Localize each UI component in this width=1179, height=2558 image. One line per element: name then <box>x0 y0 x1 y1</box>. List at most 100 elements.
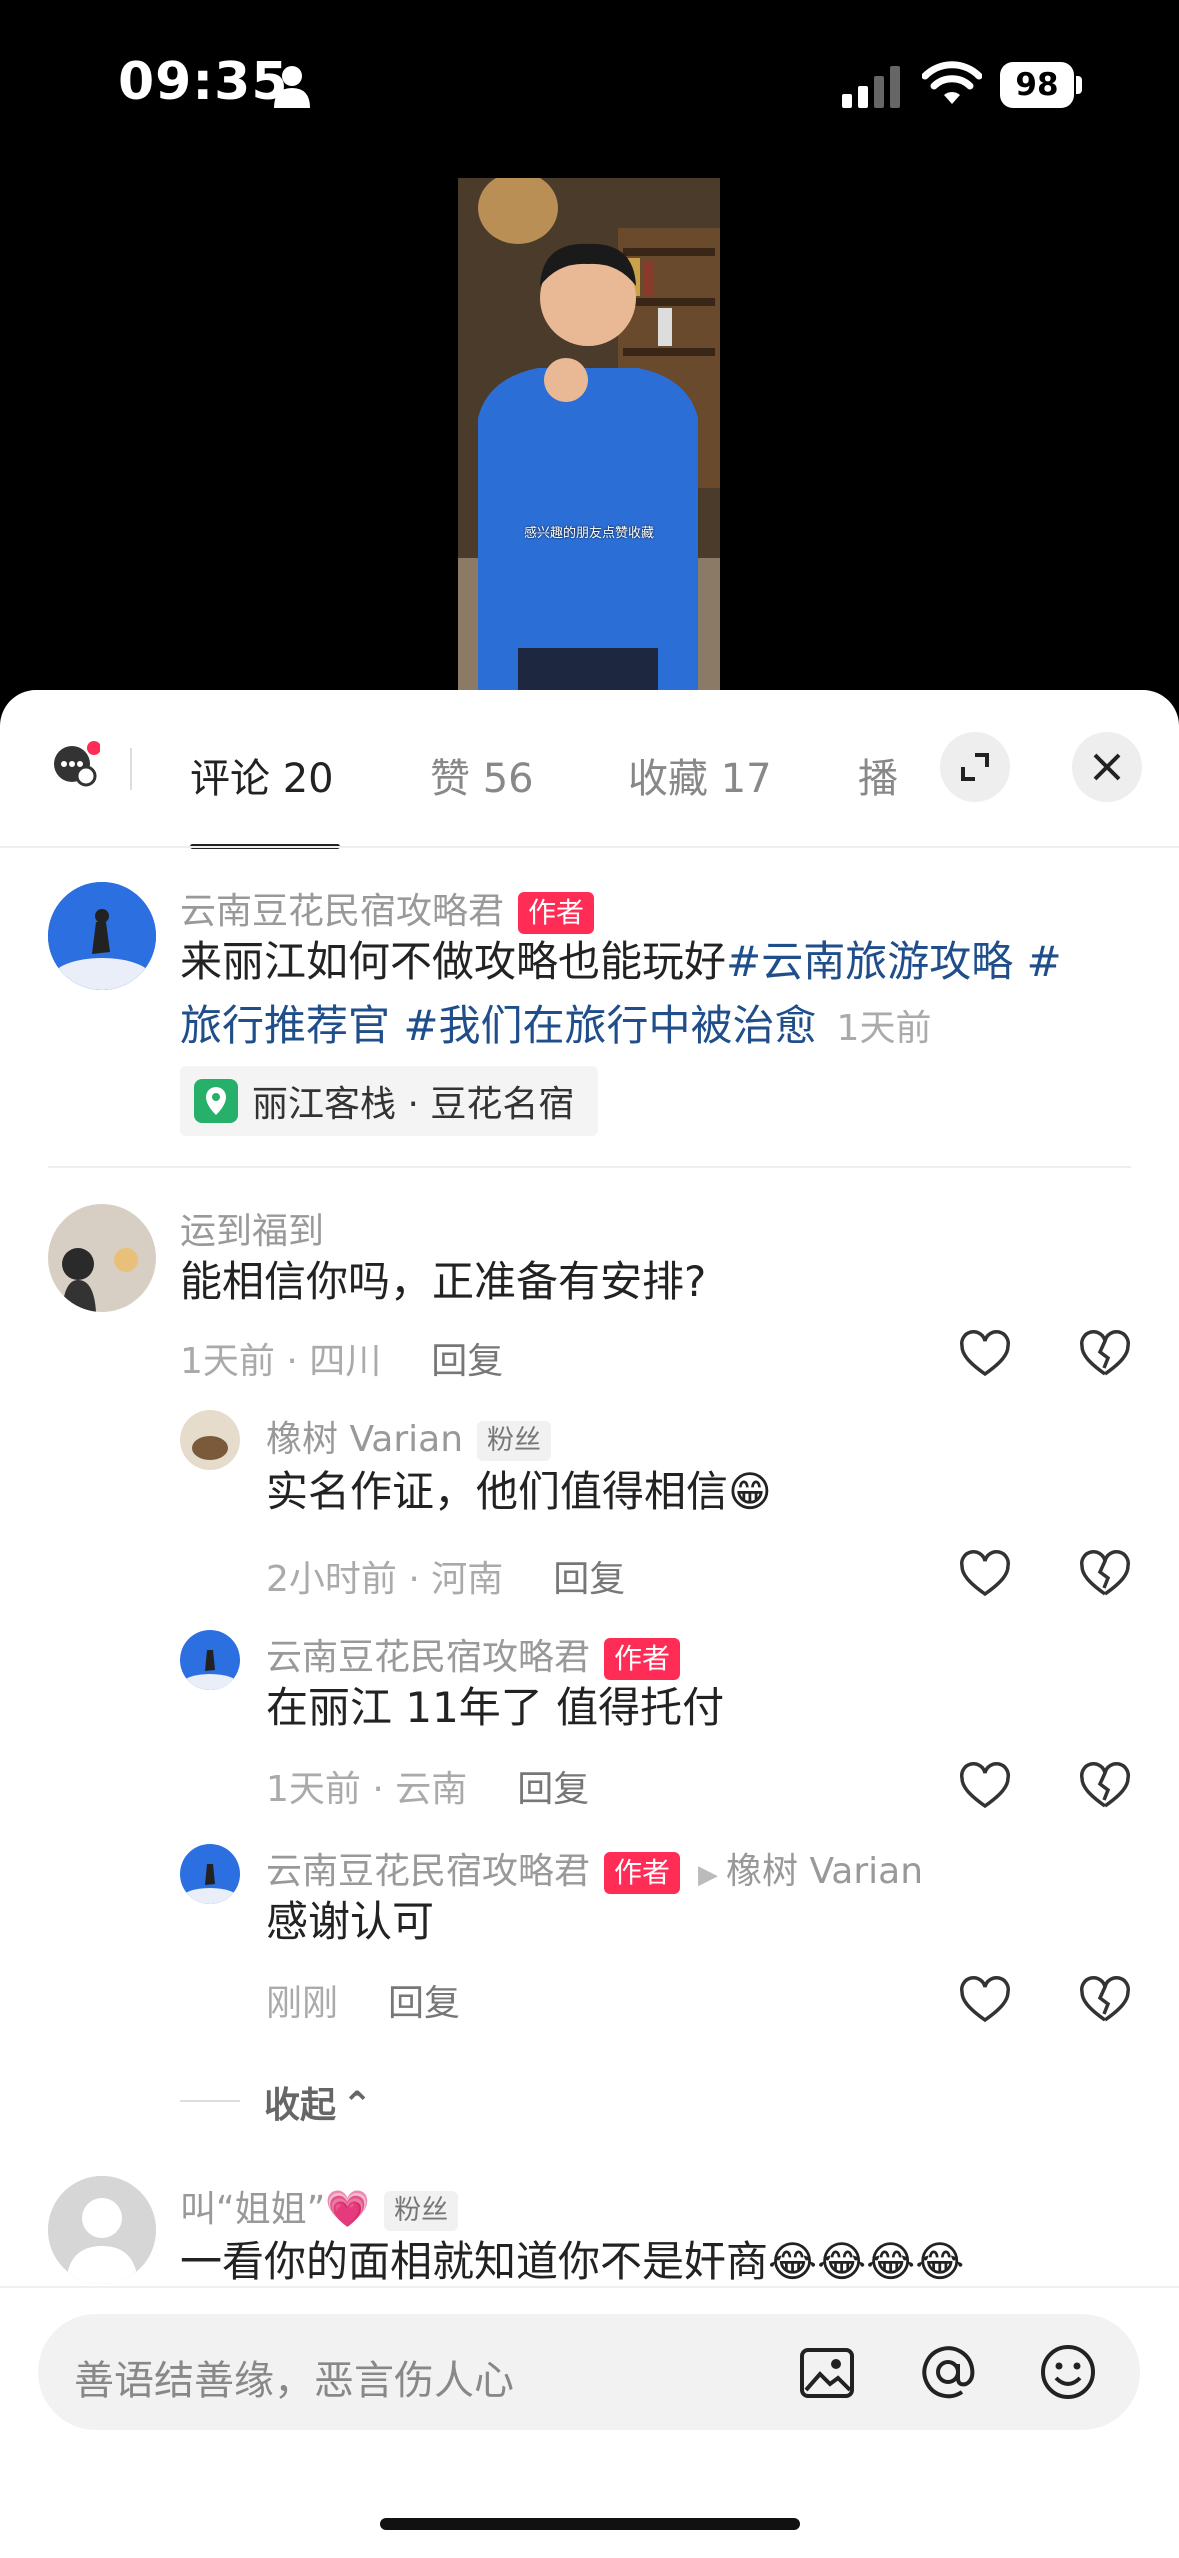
reply-author-name[interactable]: 云南豆花民宿攻略君 <box>266 1851 590 1892</box>
reply-to-name[interactable]: 橡树 Varian <box>726 1851 923 1892</box>
reply-avatar[interactable] <box>180 1630 240 1690</box>
comment-time-location: 1天前 · 四川 <box>180 1341 382 1382</box>
hashtag-link[interactable]: 旅行推荐官 #我们在旅行中被治愈 <box>180 1001 817 1050</box>
dislike-broken-heart-icon[interactable] <box>1078 1760 1132 1814</box>
post-text-line2: 旅行推荐官 #我们在旅行中被治愈 1天前 <box>180 994 931 1061</box>
section-divider <box>48 1166 1131 1168</box>
like-heart-icon[interactable] <box>958 1328 1012 1382</box>
tab-favorites[interactable]: 收藏 17 <box>628 746 772 804</box>
commenter-name[interactable]: 运到福到 <box>180 1202 324 1254</box>
cellular-signal-icon <box>842 66 900 108</box>
dislike-broken-heart-icon[interactable] <box>1078 1974 1132 2028</box>
tab-likes[interactable]: 赞 56 <box>430 746 534 804</box>
like-heart-icon[interactable] <box>958 1974 1012 2028</box>
dislike-broken-heart-icon[interactable] <box>1078 1548 1132 1602</box>
avatar-image <box>48 882 156 990</box>
commenter-avatar[interactable] <box>48 1204 156 1312</box>
comment-text: 一看你的面相就知道你不是奸商 <box>180 2237 769 2286</box>
tab-comments[interactable]: 评论 20 <box>190 746 334 804</box>
post-text: 来丽江如何不做攻略也能玩好 <box>180 937 727 986</box>
reply-button[interactable]: 回复 <box>517 1769 589 1810</box>
collapse-line <box>180 2100 240 2102</box>
emoji-icon[interactable] <box>1038 2342 1098 2402</box>
tab-separator <box>130 748 132 790</box>
reply-author-name[interactable]: 云南豆花民宿攻略君 <box>266 1637 590 1678</box>
reply-time-location: 2小时前 · 河南 <box>266 1559 504 1600</box>
tab-plays[interactable]: 播 <box>858 746 898 804</box>
hashtag-link[interactable]: #云南旅游攻略 # <box>726 937 1062 986</box>
reply-text: 感谢认可 <box>266 1897 435 1946</box>
grin-emoji: 😁 <box>728 1467 772 1516</box>
post-author-name[interactable]: 云南豆花民宿攻略君 <box>180 891 504 932</box>
reply-meta: 1天前 · 云南 回复 <box>266 1760 589 1812</box>
post-text-line1: 来丽江如何不做攻略也能玩好#云南旅游攻略 # <box>180 930 1062 994</box>
author-badge: 作者 <box>604 1852 681 1894</box>
avatar-image <box>180 1410 240 1470</box>
default-avatar-icon <box>48 2176 156 2284</box>
reply-button[interactable]: 回复 <box>431 1341 503 1382</box>
comment-text: 能相信你吗，正准备有安排? <box>180 1257 707 1306</box>
author-avatar[interactable] <box>48 882 156 990</box>
reply-author[interactable]: 橡树 Varian 粉丝 <box>266 1410 552 1462</box>
fan-badge: 粉丝 <box>384 2191 459 2231</box>
like-heart-icon[interactable] <box>958 1760 1012 1814</box>
comment-meta: 1天前 · 四川 回复 <box>180 1332 503 1384</box>
reply-text-line: 实名作证，他们值得相信😁 <box>266 1460 772 1524</box>
battery-tip <box>1076 76 1082 94</box>
expand-button[interactable] <box>940 732 1010 802</box>
comment-sheet: 评论 20 赞 56 收藏 17 播 云南豆花民宿攻略君 作者 来丽江如何不做攻略… <box>0 690 1179 2558</box>
author-badge: 作者 <box>604 1638 681 1680</box>
close-icon <box>1093 753 1121 781</box>
video-player[interactable]: 感兴趣的朋友点赞收藏 <box>458 178 720 690</box>
reply-meta: 刚刚 回复 <box>266 1974 460 2026</box>
avatar-image <box>180 1844 240 1904</box>
reply-author-name[interactable]: 橡树 Varian <box>266 1419 463 1460</box>
input-placeholder[interactable]: 善语结善缘，恶言伤人心 <box>74 2348 514 2406</box>
person-icon <box>274 66 310 108</box>
reply-button[interactable]: 回复 <box>553 1559 625 1600</box>
comment-input-bar: 善语结善缘，恶言伤人心 <box>0 2286 1179 2558</box>
reply-avatar[interactable] <box>180 1844 240 1904</box>
like-heart-icon[interactable] <box>958 1548 1012 1602</box>
author-badge: 作者 <box>518 892 595 934</box>
tab-bar: 评论 20 赞 56 收藏 17 播 <box>0 690 1179 849</box>
battery-level: 98 <box>1000 62 1074 108</box>
post-author[interactable]: 云南豆花民宿攻略君 作者 <box>180 882 595 934</box>
collapse-button[interactable]: 收起 ⌃ <box>264 2076 372 2128</box>
avatar-image <box>48 1204 156 1312</box>
dislike-broken-heart-icon[interactable] <box>1078 1328 1132 1382</box>
reply-avatar[interactable] <box>180 1410 240 1470</box>
pink-heart-emoji: 💗 <box>325 2189 371 2230</box>
video-subtitle: 感兴趣的朋友点赞收藏 <box>523 526 654 541</box>
location-label[interactable]: 丽江客栈 · 豆花名宿 <box>252 1075 574 1127</box>
commenter-name[interactable]: 叫“姐姐” <box>180 2189 325 2230</box>
mention-icon[interactable] <box>918 2342 978 2402</box>
collapse-label[interactable]: 收起 <box>264 2085 336 2126</box>
expand-icon <box>961 753 989 781</box>
home-indicator[interactable] <box>380 2518 800 2530</box>
location-tag[interactable]: 丽江客栈 · 豆花名宿 <box>180 1066 599 1136</box>
fan-badge: 粉丝 <box>477 1421 552 1461</box>
location-pin-icon <box>194 1079 238 1123</box>
commenter-avatar[interactable] <box>48 2176 156 2284</box>
chat-settings-icon[interactable] <box>50 738 100 788</box>
battery-indicator: 98 <box>1000 62 1084 110</box>
post-time: 1天前 <box>836 1008 932 1049</box>
reply-time: 刚刚 <box>266 1983 339 2024</box>
comment-input[interactable]: 善语结善缘，恶言伤人心 <box>38 2314 1140 2430</box>
chevron-up-icon: ⌃ <box>342 2085 373 2126</box>
close-button[interactable] <box>1072 732 1142 802</box>
image-picker-icon[interactable] <box>798 2344 856 2402</box>
video-frame <box>458 178 720 690</box>
wifi-icon <box>922 61 982 104</box>
status-bar: 09:35 98 <box>0 0 1179 170</box>
reply-text: 在丽江 11年了 值得托付 <box>266 1683 725 1732</box>
reply-author[interactable]: 云南豆花民宿攻略君 作者 <box>266 1628 681 1680</box>
commenter-info[interactable]: 叫“姐姐”💗 粉丝 <box>180 2180 459 2232</box>
reply-author[interactable]: 云南豆花民宿攻略君 作者 ▶ 橡树 Varian <box>266 1842 923 1894</box>
reply-time-location: 1天前 · 云南 <box>266 1769 468 1810</box>
comment-text-line: 一看你的面相就知道你不是奸商😂😂😂😂 <box>180 2230 964 2294</box>
reply-meta: 2小时前 · 河南 回复 <box>266 1550 625 1602</box>
laughing-emojis: 😂😂😂😂 <box>768 2237 965 2286</box>
reply-button[interactable]: 回复 <box>388 1983 460 2024</box>
